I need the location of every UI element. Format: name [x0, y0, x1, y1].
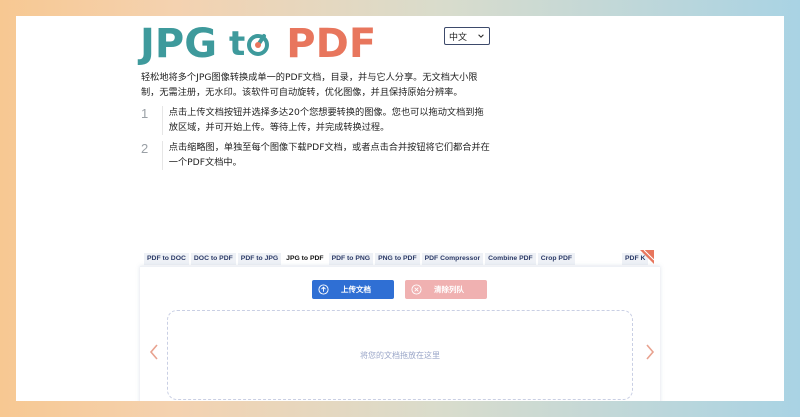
- logo-to-t: t: [229, 24, 246, 64]
- clear-queue-button-label: 清除列队: [434, 285, 464, 294]
- tab-doc-to-pdf[interactable]: DOC to PDF: [190, 253, 236, 265]
- tab-combine-pdf[interactable]: Combine PDF: [485, 253, 536, 265]
- description: 轻松地将多个JPG图像转换成单一的PDF文档，目录，并与它人分享。无文档大小限制…: [141, 72, 478, 98]
- language-selected: 中文: [449, 32, 468, 43]
- logo-pdf: PDF: [286, 21, 377, 67]
- step-number: 2: [141, 141, 149, 156]
- drop-zone-text: 将您的文档拖放在这里: [360, 350, 440, 360]
- step-number: 1: [141, 106, 149, 121]
- upload-arrow-icon: [318, 284, 329, 295]
- tab-pdf-to-doc[interactable]: PDF to DOC: [144, 253, 189, 265]
- language-select[interactable]: 中文: [444, 27, 490, 45]
- tab-png-to-pdf[interactable]: PNG to PDF: [375, 253, 420, 265]
- tab-pdf-compressor[interactable]: PDF Compressor: [421, 253, 484, 265]
- tab-pdf-to-jpg[interactable]: PDF to JPG: [237, 253, 282, 265]
- logo: JPG t PDF: [140, 21, 376, 67]
- chevron-left-icon[interactable]: [148, 344, 160, 360]
- steps-list: 1 点击上传文档按钮并选择多达20个您想要转换的图像。您也可以拖动文档到拖放区域…: [141, 106, 491, 176]
- chevron-down-icon: [478, 34, 484, 38]
- clear-x-icon: [411, 284, 422, 295]
- page: JPG t PDF 中文 轻松地将多个JPG图像转换成单一的PDF文档，目录，并…: [16, 16, 784, 401]
- tab-jpg-to-pdf[interactable]: JPG to PDF: [283, 253, 327, 265]
- new-ribbon-icon: [640, 250, 654, 264]
- upload-button[interactable]: 上传文档: [312, 280, 394, 299]
- clear-queue-button[interactable]: 清除列队: [405, 280, 487, 299]
- upload-button-label: 上传文档: [341, 285, 371, 294]
- step-text: 点击缩略图，单独至每个图像下载PDF文档，或者点击合并按钮将它们都合并在一个PD…: [161, 141, 491, 170]
- tool-tabs: PDF to DOC DOC to PDF PDF to JPG JPG to …: [144, 253, 577, 265]
- step-item: 2 点击缩略图，单独至每个图像下载PDF文档，或者点击合并按钮将它们都合并在一个…: [141, 141, 491, 170]
- tool-panel: 上传文档 清除列队 将您的文档拖放在这里: [140, 266, 660, 401]
- logo-swirl-icon: [247, 34, 270, 56]
- logo-jpg: JPG: [140, 21, 218, 67]
- step-item: 1 点击上传文档按钮并选择多达20个您想要转换的图像。您也可以拖动文档到拖放区域…: [141, 106, 491, 135]
- tab-pdf-to-png[interactable]: PDF to PNG: [328, 253, 374, 265]
- drop-zone[interactable]: 将您的文档拖放在这里: [167, 310, 633, 400]
- step-text: 点击上传文档按钮并选择多达20个您想要转换的图像。您也可以拖动文档到拖放区域，并…: [161, 106, 491, 135]
- tab-crop-pdf[interactable]: Crop PDF: [537, 253, 576, 265]
- logo-to: t: [229, 21, 270, 67]
- chevron-right-icon[interactable]: [644, 344, 656, 360]
